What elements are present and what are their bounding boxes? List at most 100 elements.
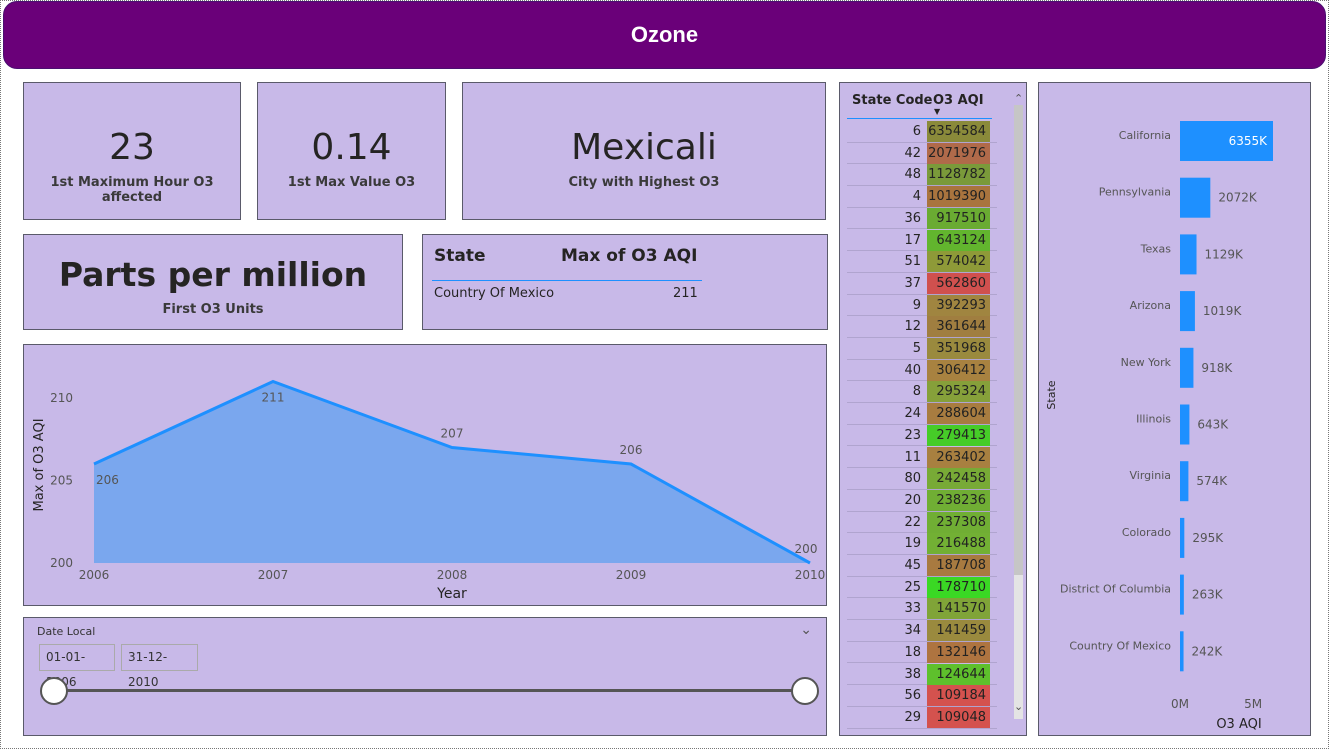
table-row[interactable]: 12 361644 [847,316,997,338]
bar [1180,631,1184,672]
table-row[interactable]: 18 132146 [847,641,997,664]
column-header-o3-aqi[interactable]: O3 AQI [933,93,984,108]
data-label: 295K [1192,531,1224,545]
scrollbar-thumb[interactable] [1014,105,1023,575]
category-label: Pennsylvania [1099,186,1171,199]
table-row[interactable]: 24 288604 [847,403,997,425]
table-row[interactable]: 36 917510 [847,207,997,230]
table-row[interactable]: 19 216488 [847,533,997,555]
bar [1180,574,1184,615]
table-row[interactable]: 9 392293 [847,294,997,317]
kpi-card-max-hour[interactable]: 23 1st Maximum Hour O3 affected [23,82,241,220]
state-code-cell: 23 [904,427,921,443]
state-bar-chart-card[interactable]: California 6355K Pennsylvania 2072K Texas 112… [1038,82,1311,736]
table-row[interactable]: 56 109184 [847,685,997,707]
table-row[interactable]: 38 124644 [847,663,997,686]
kpi-card-units[interactable]: Parts per million First O3 Units [23,234,403,330]
table-row[interactable]: 8 295324 [847,381,997,404]
table-row[interactable]: 6 6354584 [847,121,997,143]
kpi-value: Parts per million [58,255,368,294]
o3-aqi-cell: 643124 [927,229,990,251]
column-header-state-code[interactable]: State Code [852,93,933,108]
bar [1180,234,1197,275]
scroll-down-icon[interactable]: ⌄ [1014,700,1023,713]
table-row[interactable]: 37 562860 [847,272,997,295]
state-code-cell: 22 [904,514,921,530]
data-label: 643K [1197,418,1229,432]
area-chart-card[interactable]: 206 211 207 206 200 200 205 210 2006 2007 2008 2009… [23,344,827,606]
state-code-cell: 6 [912,124,921,139]
state-code-cell: 24 [904,406,921,422]
category-label: New York [1121,356,1172,369]
table-row[interactable]: 42 2071976 [847,142,997,165]
slider-handle-start[interactable] [40,677,68,705]
state-code-cell: 33 [904,601,921,617]
kpi-value: 0.14 [311,127,392,168]
table-row[interactable]: 25 178710 [847,576,997,599]
column-header-max-aqi[interactable]: Max of O3 AQI [561,246,697,266]
area-chart: 206 211 207 206 200 200 205 210 2006 2007 2008 2009… [32,379,826,602]
slider-handle-end[interactable] [791,677,819,705]
state-code-cell: 40 [904,362,921,378]
bar [1180,517,1185,558]
table-row[interactable]: 51 574042 [847,251,997,273]
x-axis-title: O3 AQI [1216,717,1261,732]
data-label: 918K [1201,361,1233,375]
table-row[interactable]: 45 187708 [847,555,997,577]
kpi-label: City with Highest O3 [568,175,720,190]
table-row[interactable]: 40 306412 [847,359,997,382]
state-code-matrix[interactable]: State Code O3 AQI ▼ 6 6354584 42 2071976 48 1… [839,82,1027,736]
kpi-label: 1st Max Value O3 [287,175,416,190]
scroll-up-icon[interactable]: ⌃ [1014,92,1023,105]
end-date-input[interactable]: 31-12-2010 [121,644,198,689]
category-label: District Of Columbia [1060,583,1171,596]
y-tick-label: 205 [50,474,73,488]
scrollbar[interactable] [1014,105,1023,719]
table-row[interactable]: 5 351968 [847,338,997,360]
o3-aqi-cell: 263402 [927,446,990,468]
data-label: 1019K [1203,304,1243,318]
o3-aqi-cell: 178710 [927,576,990,598]
chevron-down-icon[interactable]: ⌄ [800,622,812,638]
state-code-cell: 4 [912,189,921,205]
date-slicer[interactable]: Date Local ⌄ 01-01-2006 31-12-2010 [23,617,827,736]
o3-aqi-cell: 141459 [927,620,990,642]
o3-aqi-cell: 216488 [927,533,990,555]
slider-track[interactable] [54,689,806,692]
state-code-cell: 9 [912,297,921,313]
table-row[interactable]: 11 263402 [847,446,997,469]
table-row[interactable]: 20 238236 [847,489,997,512]
o3-aqi-cell: 2071976 [927,142,990,164]
x-tick-label: 2010 [795,568,826,582]
kpi-card-max-value[interactable]: 0.14 1st Max Value O3 [257,82,446,220]
category-label: Virginia [1130,469,1171,482]
category-label: California [1119,129,1171,142]
bar [1180,347,1194,388]
table-row[interactable]: 17 643124 [847,229,997,252]
table-row[interactable]: 34 141459 [847,620,997,642]
table-row[interactable]: 29 109048 [847,706,997,729]
column-header-state[interactable]: State [434,246,486,266]
kpi-label: First O3 Units [162,302,264,317]
state-code-cell: 36 [904,210,921,226]
data-label: 1129K [1205,247,1245,261]
report-title: Ozone [630,22,699,47]
data-label: 206 [96,473,119,487]
state-code-cell: 48 [904,167,921,183]
x-tick-label: 2006 [79,568,110,582]
o3-aqi-cell: 351968 [927,338,990,359]
table-row[interactable]: 22 237308 [847,511,997,534]
table-row[interactable]: 48 1128782 [847,164,997,187]
kpi-label: 1st Maximum Hour O3 affected [50,175,214,205]
state-table[interactable]: State Max of O3 AQI Country Of Mexico 21… [422,234,828,330]
kpi-card-city[interactable]: Mexicali City with Highest O3 [462,82,826,220]
table-row[interactable]: 80 242458 [847,468,997,490]
table-row[interactable]: 23 279413 [847,424,997,447]
category-label: Texas [1140,242,1172,255]
o3-aqi-cell: 109184 [927,685,990,707]
start-date-input[interactable]: 01-01-2006 [39,644,115,689]
table-row[interactable]: 33 141570 [847,598,997,621]
sort-desc-icon[interactable]: ▼ [934,107,940,116]
state-code-cell: 20 [904,492,921,508]
table-row[interactable]: 4 1019390 [847,186,997,208]
